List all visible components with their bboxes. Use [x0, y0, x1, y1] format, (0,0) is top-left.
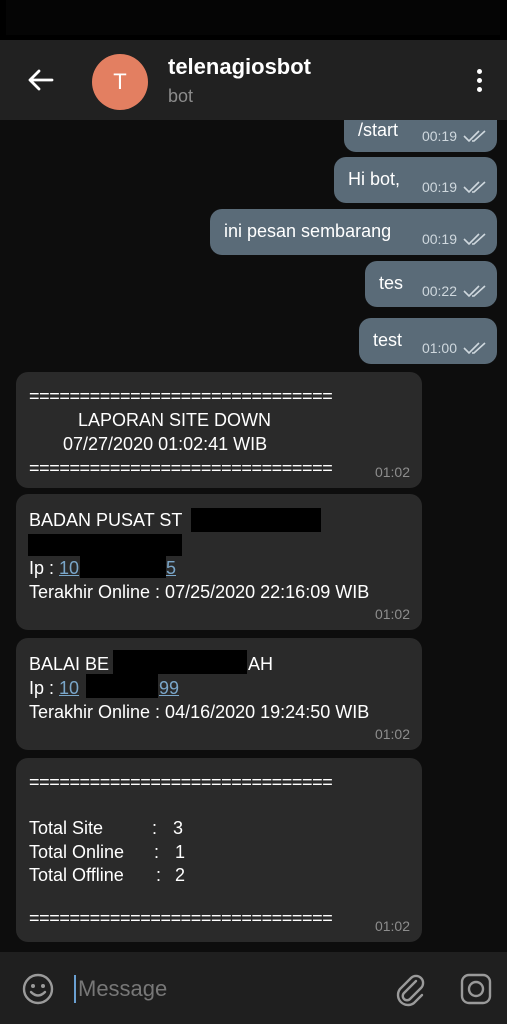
site-name: BALAI BE [29, 654, 110, 674]
ip-label: Ip : [29, 558, 60, 578]
emoji-button[interactable] [20, 971, 56, 1007]
message-text: test [373, 330, 403, 350]
paperclip-icon [396, 974, 425, 1007]
ip-link-end[interactable]: 5 [166, 558, 176, 579]
more-options-button[interactable] [465, 62, 493, 98]
avatar[interactable]: T [92, 54, 148, 110]
incoming-message-summary[interactable]: ============================== Total Sit… [16, 758, 422, 942]
total-site-value: 3 [173, 818, 184, 838]
total-offline-label: Total Offline [29, 865, 124, 885]
attach-button[interactable] [392, 971, 428, 1007]
total-site-label: Total Site [29, 818, 104, 838]
redacted-ip [86, 674, 158, 698]
double-check-icon [463, 130, 486, 143]
message-composer: Message [0, 952, 507, 1024]
chat-title[interactable]: telenagiosbot [168, 54, 311, 80]
incoming-message-site[interactable]: BALAI BE AH Ip : 10 99 Terakhir Online :… [16, 638, 422, 750]
double-check-icon [463, 285, 486, 298]
message-time: 01:02 [374, 918, 410, 934]
redacted-site-name-line2 [28, 534, 182, 556]
outgoing-message[interactable]: test 01:00 [359, 318, 497, 364]
back-button[interactable] [14, 52, 66, 108]
ip-label: Ip : [29, 678, 60, 698]
message-time: 00:19 [421, 231, 457, 247]
total-offline-value: 2 [175, 865, 186, 885]
ip-link[interactable]: 10 [59, 678, 79, 698]
more-vertical-icon [476, 68, 482, 74]
status-bar [0, 0, 507, 40]
incoming-message-site[interactable]: BADAN PUSAT ST Ip : 10 5 Terakhir Online… [16, 494, 422, 630]
chat-subtitle: bot [168, 86, 194, 106]
message-placeholder: Message [78, 976, 168, 1001]
message-text: Hi bot, [348, 169, 401, 189]
site-name: BADAN PUSAT ST [29, 510, 183, 530]
text-cursor [74, 975, 76, 1003]
message-time: 01:00 [421, 340, 457, 356]
redacted-ip [80, 554, 166, 578]
report-datetime: 07/27/2020 01:02:41 WIB [63, 434, 268, 454]
total-online-value: 1 [175, 842, 186, 862]
ip-line: Ip : 10 [29, 558, 79, 579]
site-name-suffix: AH [248, 654, 274, 674]
message-text: /start [358, 120, 399, 140]
message-time: 00:19 [421, 179, 457, 195]
redacted-site-name [113, 650, 247, 674]
double-check-icon [463, 233, 486, 246]
smiley-icon [22, 973, 54, 1005]
message-time: 00:22 [421, 283, 457, 299]
colon: : [154, 842, 160, 862]
separator-line: ============================== [29, 908, 333, 928]
chat-header: T telenagiosbot bot [0, 40, 507, 120]
message-input[interactable]: Message [74, 972, 374, 1006]
outgoing-message[interactable]: tes 00:22 [365, 261, 497, 307]
separator-line: ============================== [29, 772, 333, 792]
last-online: Terakhir Online : 04/16/2020 19:24:50 WI… [29, 702, 370, 722]
message-time: 01:02 [374, 464, 410, 480]
message-list[interactable]: /start 00:19 Hi bot, 00:19 ini pesan sem… [0, 120, 507, 950]
outgoing-message[interactable]: ini pesan sembarang 00:19 [210, 209, 497, 255]
message-time: 00:19 [421, 128, 457, 144]
last-online: Terakhir Online : 07/25/2020 22:16:09 WI… [29, 582, 370, 602]
separator-line: ============================== [29, 458, 333, 478]
message-time: 01:02 [374, 726, 410, 742]
camera-icon [460, 973, 492, 1005]
colon: : [152, 818, 158, 838]
report-title: LAPORAN SITE DOWN [78, 410, 272, 430]
ip-link-end[interactable]: 99 [159, 678, 179, 699]
redacted-status-area [6, 0, 500, 35]
colon: : [156, 865, 162, 885]
ip-link[interactable]: 10 [59, 558, 79, 578]
separator-line: ============================== [29, 386, 333, 406]
total-online-label: Total Online [29, 842, 125, 862]
double-check-icon [463, 181, 486, 194]
redacted-site-name [191, 508, 321, 532]
outgoing-message[interactable]: /start 00:19 [344, 120, 497, 152]
incoming-message-report[interactable]: ============================== LAPORAN S… [16, 372, 422, 488]
message-time: 01:02 [374, 606, 410, 622]
arrow-left-icon [28, 69, 54, 91]
message-text: ini pesan sembarang [224, 221, 392, 241]
camera-button[interactable] [458, 971, 494, 1007]
outgoing-message[interactable]: Hi bot, 00:19 [334, 157, 497, 203]
ip-line: Ip : 10 [29, 678, 79, 699]
double-check-icon [463, 342, 486, 355]
message-text: tes [379, 273, 404, 293]
